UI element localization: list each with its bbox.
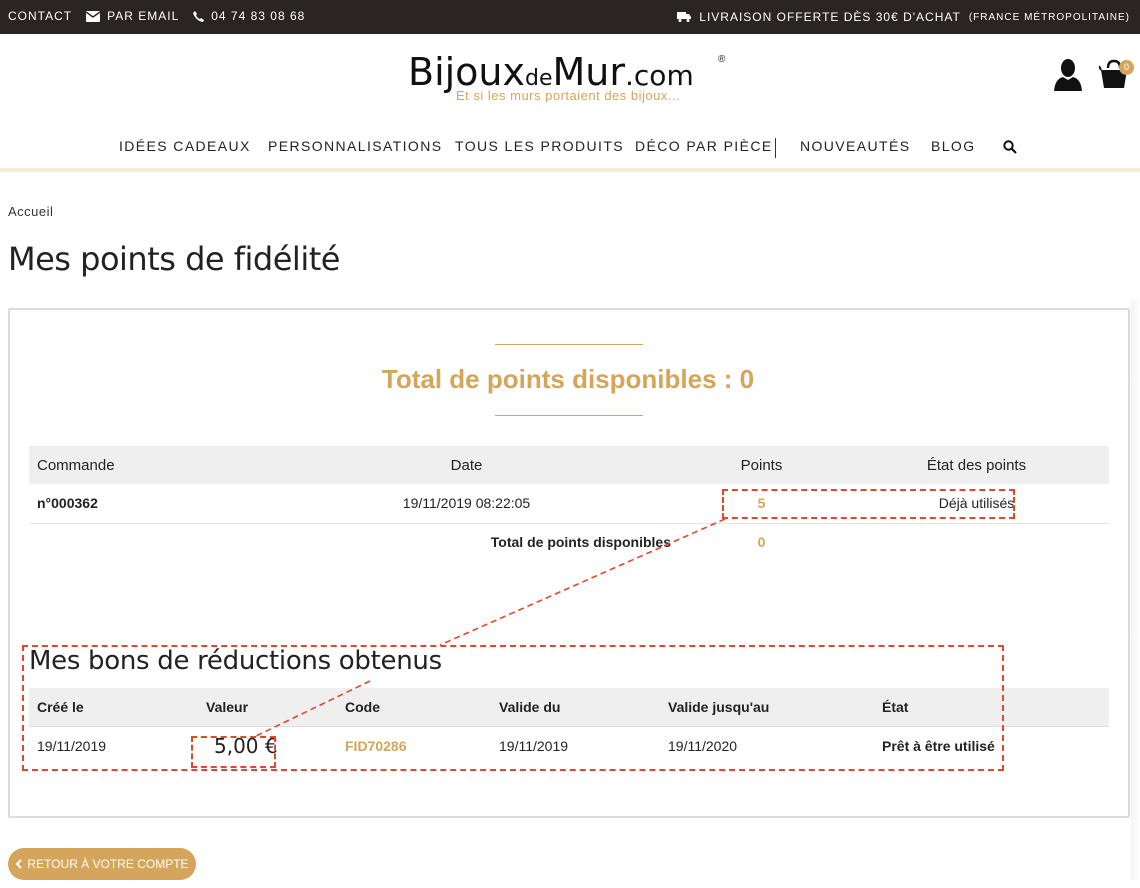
back-to-account-button[interactable]: RETOUR À VOTRE COMPTE [8, 848, 196, 880]
page-edge-shadow [1131, 300, 1140, 880]
chevron-left-icon [16, 859, 23, 869]
back-button-label: RETOUR À VOTRE COMPTE [27, 857, 189, 871]
annotation-connector [253, 518, 726, 738]
